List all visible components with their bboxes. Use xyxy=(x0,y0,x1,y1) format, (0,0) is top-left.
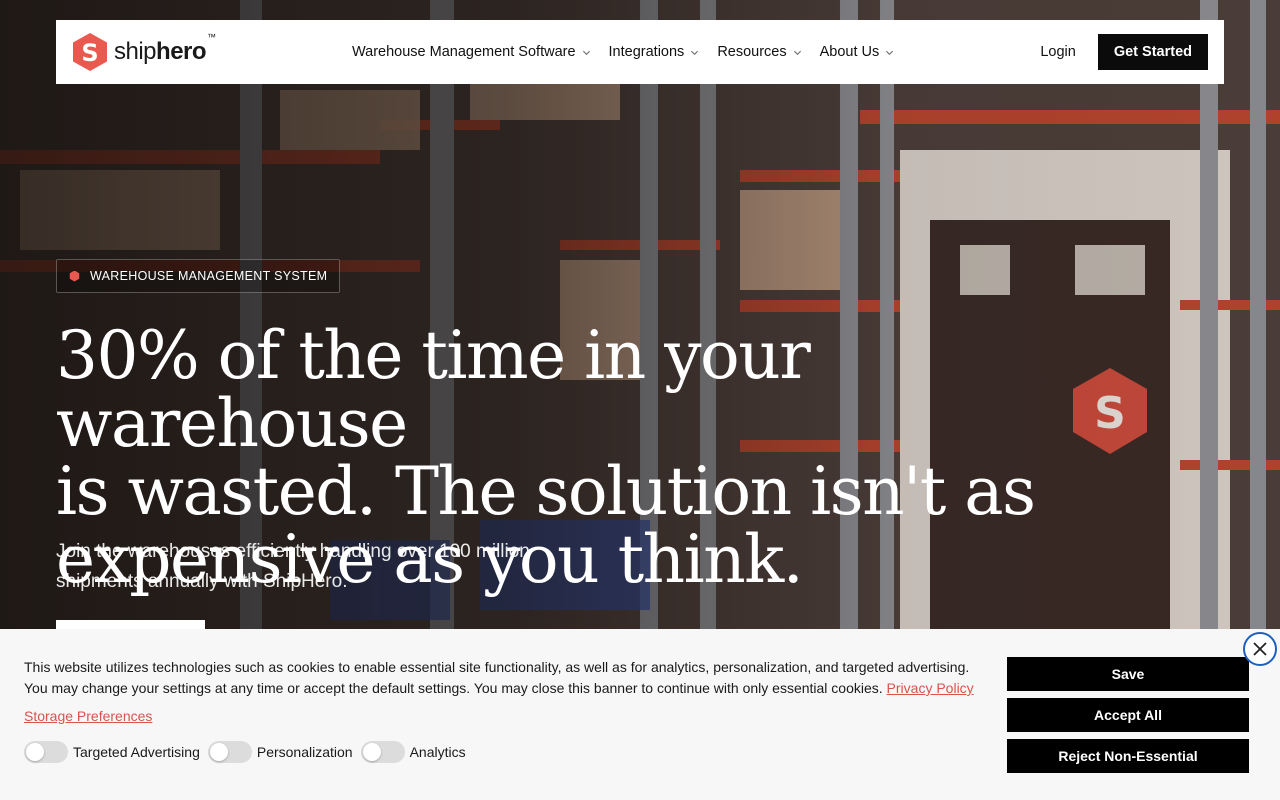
toggle-label: Analytics xyxy=(409,744,466,760)
privacy-policy-link[interactable]: Privacy Policy xyxy=(887,680,974,696)
toggle-label: Targeted Advertising xyxy=(73,744,200,760)
top-navbar: S shiphero™ Warehouse Management Softwar… xyxy=(56,20,1224,84)
category-badge: WAREHOUSE MANAGEMENT SYSTEM xyxy=(56,259,341,293)
cookie-actions: Save Accept All Reject Non-Essential xyxy=(1007,657,1249,773)
personalization-toggle[interactable] xyxy=(207,741,252,763)
menu-label: Warehouse Management Software xyxy=(352,44,576,60)
chevron-down-icon xyxy=(793,50,801,55)
hexagon-bullet-icon xyxy=(69,270,80,282)
chevron-down-icon xyxy=(886,50,894,55)
menu-about-us[interactable]: About Us xyxy=(820,44,895,60)
menu-warehouse-management-software[interactable]: Warehouse Management Software xyxy=(352,44,591,60)
menu-resources[interactable]: Resources xyxy=(717,44,801,60)
chevron-down-icon xyxy=(691,50,699,55)
accept-all-button[interactable]: Accept All xyxy=(1007,698,1249,732)
analytics-toggle[interactable] xyxy=(360,741,405,763)
cookie-banner: This website utilizes technologies such … xyxy=(0,629,1280,800)
get-started-button[interactable]: Get Started xyxy=(1097,34,1208,70)
main-menu: Warehouse Management Software Integratio… xyxy=(352,44,894,60)
chevron-down-icon xyxy=(582,50,590,55)
toggle-label: Personalization xyxy=(256,744,353,760)
headline-line: is wasted. The solution isn't as xyxy=(56,453,1036,530)
menu-label: About Us xyxy=(819,44,880,60)
login-link[interactable]: Login xyxy=(1040,44,1075,60)
menu-label: Resources xyxy=(717,44,787,60)
badge-label: WAREHOUSE MANAGEMENT SYSTEM xyxy=(90,269,328,283)
menu-label: Integrations xyxy=(608,44,685,60)
shiphero-logo[interactable]: S shiphero™ xyxy=(72,32,352,72)
close-banner-button[interactable] xyxy=(1243,632,1277,666)
targeted-advertising-toggle[interactable] xyxy=(24,741,68,763)
storage-preferences-link[interactable]: Storage Preferences xyxy=(24,708,152,724)
svg-text:S: S xyxy=(81,39,98,67)
headline-line: 30% of the time in your warehouse xyxy=(56,317,811,462)
logo-wordmark: shiphero™ xyxy=(114,32,216,65)
reject-non-essential-button[interactable]: Reject Non-Essential xyxy=(1007,739,1249,773)
hero-subheading: Join the warehouses efficiently handling… xyxy=(56,541,530,592)
close-icon xyxy=(1253,642,1267,656)
shiphero-s-icon: S xyxy=(73,33,107,71)
consent-toggles: Targeted Advertising Personalization Ana… xyxy=(24,741,468,763)
save-button[interactable]: Save xyxy=(1007,657,1249,691)
menu-integrations[interactable]: Integrations xyxy=(609,44,700,60)
cookie-text: This website utilizes technologies such … xyxy=(24,659,970,696)
cookie-message: This website utilizes technologies such … xyxy=(24,657,984,699)
